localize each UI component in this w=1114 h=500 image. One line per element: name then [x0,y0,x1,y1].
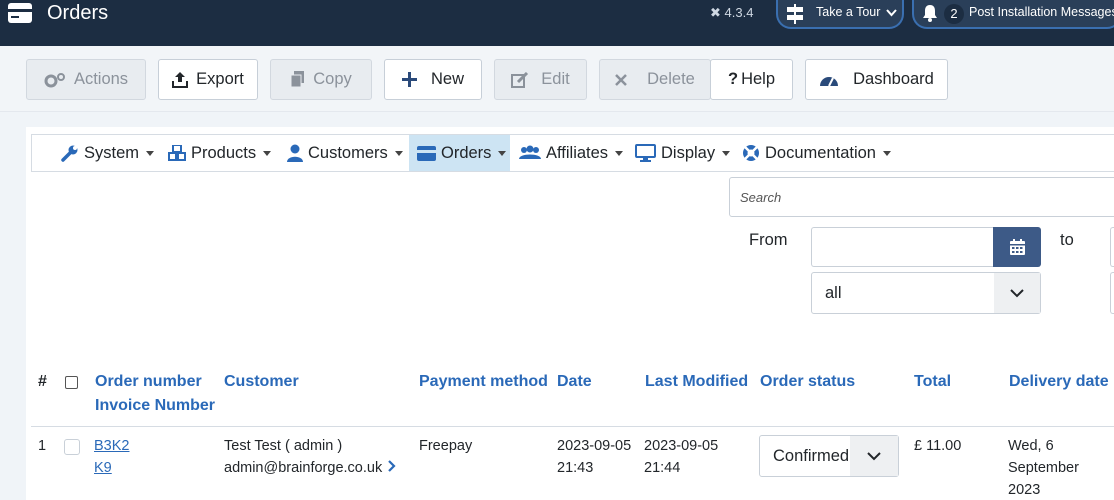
cubes-icon [168,145,186,161]
column-header-payment-method[interactable]: Payment method [419,370,548,394]
select-all-checkbox[interactable] [65,376,78,389]
caret-down-icon [394,150,403,156]
column-header-date[interactable]: Date [557,370,592,394]
life-ring-icon [743,145,759,161]
notifications-button[interactable]: 2 Post Installation Messages [912,0,1114,29]
delete-button[interactable]: Delete [599,59,711,100]
orders-icon [8,3,32,23]
users-icon [519,145,541,159]
edit-button[interactable]: Edit [494,59,587,100]
row-checkbox[interactable] [64,439,80,455]
status-filter-select[interactable]: all [811,272,1041,314]
plus-icon [401,72,417,87]
invoice-number-link[interactable]: K9 [94,460,112,476]
payment-method-value: Freepay [419,438,473,454]
column-header-delivery-date[interactable]: Delivery date [1009,370,1109,394]
from-label: From [749,231,788,249]
component-menu: System Products Customers Orders Affilia… [31,134,1114,172]
copy-icon [290,71,305,88]
column-header-index: # [38,373,47,390]
last-modified-date: 2023-09-05 21:44 [644,438,719,476]
delivery-date-value: Wed, 6 September 2023 [1008,438,1079,498]
menu-system[interactable]: System [61,135,155,171]
secondary-filter-select[interactable] [1110,272,1114,314]
question-icon: ? [727,70,739,88]
signpost-icon [787,4,803,24]
header-divider [31,426,1114,427]
order-total: £ 11.00 [914,438,962,454]
calendar-icon [1009,239,1025,255]
caret-down-icon [882,150,891,156]
help-button[interactable]: ? Help [710,59,793,100]
menu-display[interactable]: Display [635,135,731,171]
upload-icon [172,72,189,88]
actions-button[interactable]: Actions [26,59,146,100]
customer-name: Test Test ( admin ) [224,438,343,454]
from-calendar-button[interactable] [993,227,1041,267]
dashboard-icon [820,76,839,86]
column-header-order-number[interactable]: Order number Invoice Number [95,370,215,418]
chevron-down-icon [886,9,897,17]
order-status-select[interactable]: Confirmed [759,435,899,477]
toolbar: Actions Export Copy New Edit Delete ? He… [0,46,1114,112]
caret-down-icon [722,150,731,156]
column-header-last-modified[interactable]: Last Modified [645,370,748,394]
chevron-down-icon [867,451,881,460]
to-date-input[interactable] [1110,227,1114,267]
customer-email-link[interactable]: admin@brainforge.co.uk [224,457,396,479]
menu-orders[interactable]: Orders [409,135,510,171]
wrench-icon [61,145,78,162]
bell-icon [923,5,937,22]
menu-customers[interactable]: Customers [287,135,403,171]
column-header-customer[interactable]: Customer [224,370,299,394]
take-a-tour-button[interactable]: Take a Tour [776,0,904,29]
menu-affiliates[interactable]: Affiliates [519,135,624,171]
notification-label: Post Installation Messages [969,5,1114,19]
caret-down-icon [498,150,507,156]
menu-products[interactable]: Products [168,135,272,171]
credit-card-icon [417,145,436,161]
caret-down-icon [263,150,272,156]
gears-icon [44,72,65,87]
version-label: ✖ 4.3.4 [710,5,754,20]
close-icon [615,73,628,86]
column-header-total[interactable]: Total [914,370,951,394]
edit-icon [511,71,529,88]
search-input[interactable]: Search [729,177,1114,217]
column-header-order-status[interactable]: Order status [760,370,855,394]
chevron-down-icon [1010,288,1024,297]
dashboard-button[interactable]: Dashboard [805,59,948,100]
chevron-right-icon [388,460,396,472]
caret-down-icon [146,150,155,156]
to-label: to [1060,231,1074,249]
order-number-link[interactable]: B3K2 [94,438,129,454]
caret-down-icon [615,150,624,156]
desktop-icon [635,144,656,162]
user-icon [287,144,303,162]
page-title: Orders [47,2,109,24]
copy-button[interactable]: Copy [270,59,372,100]
export-button[interactable]: Export [158,59,258,100]
from-date-input[interactable] [811,227,994,267]
top-header: Orders ✖ 4.3.4 Take a Tour 2 Post Instal… [0,0,1114,46]
tour-label: Take a Tour [816,5,881,19]
joomla-icon: ✖ [710,5,721,20]
order-date: 2023-09-05 21:43 [557,438,632,476]
notification-count-badge: 2 [944,4,964,24]
new-button[interactable]: New [384,59,482,100]
row-index: 1 [38,438,47,454]
menu-documentation[interactable]: Documentation [742,135,891,171]
